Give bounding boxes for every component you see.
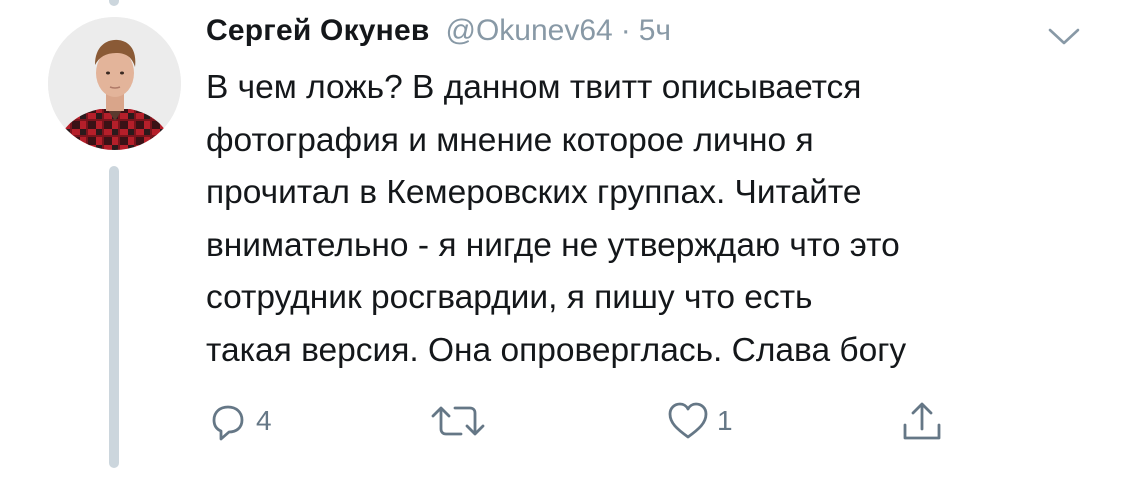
tweet-text-line: внимательно - я нигде не утверждаю что э… [206,226,900,264]
share-button[interactable] [898,395,946,447]
tweet-text: В чем ложь? В данном твитт описывается ф… [206,62,1086,377]
tweet-actions: 4 1 [206,395,966,455]
retweet-button[interactable] [428,395,494,447]
reply-count: 4 [256,405,272,436]
thread-line [109,166,119,468]
author-name[interactable]: Сергей Окунев [206,14,430,48]
tweet-text-line: В чем ложь? В данном твитт описывается [206,69,862,106]
avatar-photo [48,17,181,150]
retweet-icon [428,399,488,443]
heart-icon [665,399,711,443]
timestamp[interactable]: 5ч [639,14,671,48]
share-icon [898,397,946,445]
like-count: 1 [717,405,733,436]
thread-line-top [109,0,119,6]
reply-icon [206,399,250,443]
reply-button[interactable]: 4 [206,395,272,447]
author-handle[interactable]: @Okunev64 [446,14,613,48]
tweet-text-line: прочитал в Кемеровских группах. Читайте [206,174,862,211]
tweet-text-line: фотография и мнение которое лично я [206,121,814,159]
like-button[interactable]: 1 [665,395,733,447]
chevron-down-icon[interactable] [1044,24,1084,50]
avatar[interactable] [48,17,181,150]
tweet-header: Сергей Окунев @Okunev64 · 5ч [206,14,671,58]
tweet-text-line: сотрудник росгвардии, я пишу что есть [206,279,813,316]
tweet-text-line: такая версия. Она опроверглась. Слава бо… [206,331,907,369]
separator-dot: · [620,14,631,47]
